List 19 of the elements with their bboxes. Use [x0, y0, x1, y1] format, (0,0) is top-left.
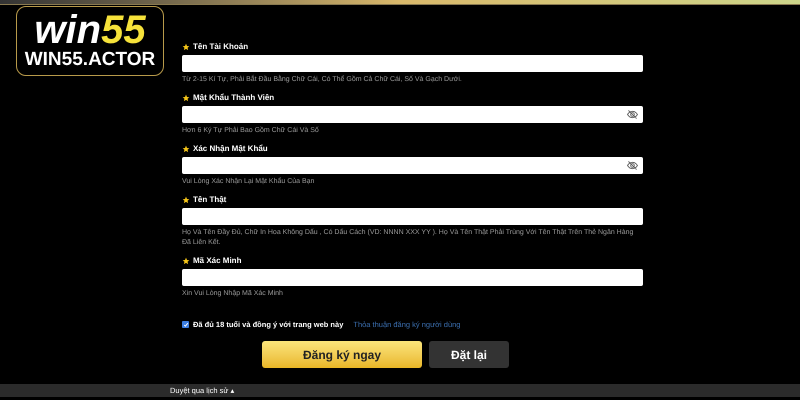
check-icon	[182, 322, 188, 328]
eye-slash-icon[interactable]	[627, 161, 638, 170]
input-field[interactable]	[182, 208, 643, 225]
logo-word: win	[34, 11, 102, 49]
input-field[interactable]	[182, 55, 643, 72]
field-label: Xác Nhận Mật Khẩu	[193, 144, 268, 154]
logo-domain: WIN55.ACTOR	[24, 49, 156, 71]
input-field[interactable]	[182, 106, 643, 123]
logo-number: 55	[101, 11, 146, 49]
field-label: Mật Khẩu Thành Viên	[193, 93, 274, 103]
field-label: Mã Xác Minh	[193, 256, 242, 266]
field-label: Tên Tài Khoản	[193, 42, 248, 52]
eye-slash-icon[interactable]	[627, 110, 638, 119]
checkbox[interactable]	[182, 321, 189, 328]
input-field[interactable]	[182, 157, 643, 174]
field-label: Tên Thật	[193, 195, 226, 205]
input-field[interactable]	[182, 269, 643, 286]
register-button[interactable]: Đăng ký ngay	[262, 341, 422, 368]
reset-button[interactable]: Đặt lại	[429, 341, 509, 368]
